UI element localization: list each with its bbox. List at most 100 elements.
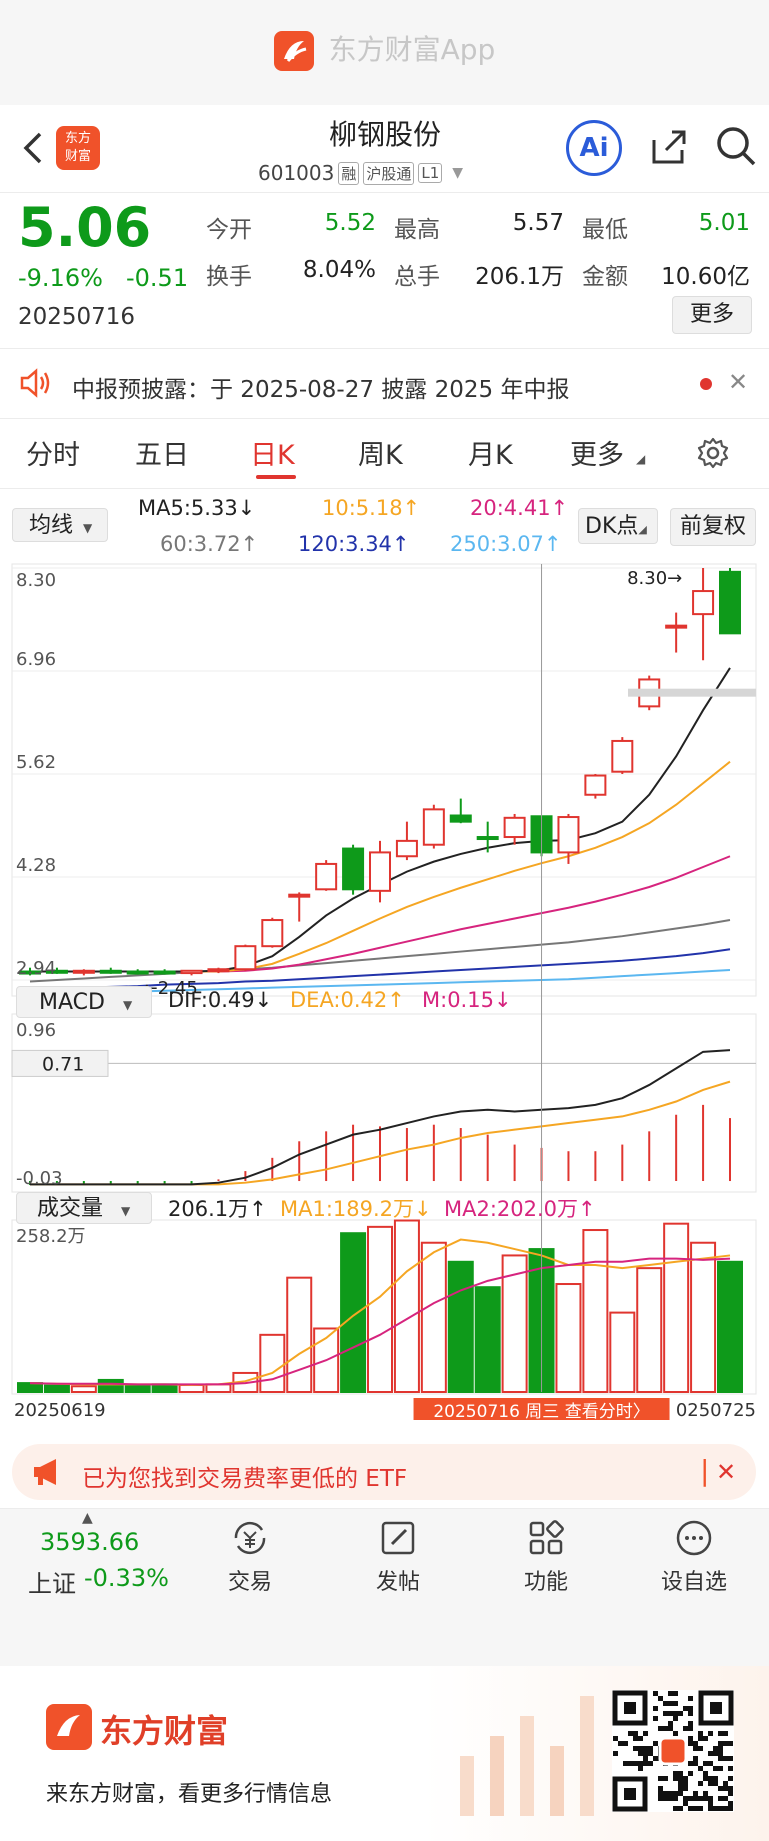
qr-cell (708, 1796, 713, 1801)
tab-daily-k[interactable]: 日K (250, 433, 295, 472)
eastmoney-badge-icon: 东方 财富 (56, 126, 100, 170)
megaphone-icon (30, 1456, 66, 1492)
nav-add-watchlist[interactable]: 设自选 (654, 1518, 734, 1596)
close-notice-icon[interactable]: ✕ (728, 368, 748, 396)
volume-caret-icon: ▼ (121, 1204, 131, 1218)
qr-cell (703, 1761, 708, 1766)
qr-cell (683, 1726, 688, 1731)
tab-intraday[interactable]: 分时 (26, 433, 80, 472)
dk-point-label: DK点 (585, 514, 639, 539)
back-icon[interactable] (18, 128, 48, 168)
qr-cell (683, 1786, 688, 1791)
macd-panel-frame (11, 1013, 757, 1193)
tab-five-day[interactable]: 五日 (135, 433, 189, 472)
price-axis-label: 2.94 (16, 958, 56, 979)
index-change[interactable]: -0.33% (84, 1564, 169, 1592)
header-divider (0, 192, 769, 193)
qr-cell (713, 1766, 718, 1771)
tag-connect: 沪股通 (363, 161, 415, 185)
dk-point-button[interactable]: DK点◢ (578, 508, 658, 544)
candle-body (395, 839, 418, 858)
qr-cell (668, 1701, 673, 1706)
volume-bar (367, 1225, 393, 1393)
candle-body (315, 862, 338, 891)
settings-gear-icon[interactable] (696, 436, 730, 474)
qr-cell (623, 1761, 628, 1766)
ma-selector[interactable]: 均线 ▼ (12, 508, 108, 542)
volume-bar (124, 1384, 151, 1393)
share-icon[interactable] (648, 126, 690, 172)
ma5-value: MA5:5.33↓ (138, 496, 256, 520)
notice-text[interactable]: 中报预披露：于 2025-08-27 披露 2025 年中报 (72, 370, 569, 404)
price-axis-label: 8.30 (16, 570, 56, 591)
tab-monthly-k[interactable]: 月K (468, 433, 513, 472)
qr-cell (638, 1761, 643, 1766)
qr-cell (708, 1751, 713, 1756)
dropdown-caret-icon[interactable]: ▼ (452, 165, 463, 181)
volume-bar (420, 1241, 447, 1393)
volume-bar (17, 1382, 43, 1393)
search-icon[interactable] (714, 124, 758, 172)
macd-selector[interactable]: MACD ▼ (16, 986, 152, 1018)
qr-cell (678, 1711, 683, 1716)
grid-icon (506, 1518, 586, 1564)
qr-cell (663, 1791, 668, 1796)
qr-cell (718, 1796, 723, 1801)
qr-cell (723, 1806, 728, 1811)
qr-cell (688, 1706, 693, 1711)
ai-assistant-icon[interactable]: Ai (566, 120, 622, 176)
index-name[interactable]: 上证 (28, 1564, 76, 1599)
index-up-arrow-icon: ▲ (82, 1510, 93, 1526)
qr-cell (623, 1741, 628, 1746)
adjust-mode-button[interactable]: 前复权 (670, 508, 756, 546)
qr-cell (703, 1796, 708, 1801)
qr-cell (723, 1756, 728, 1761)
qr-cell (673, 1791, 678, 1796)
etf-banner-text[interactable]: 已为您找到交易费率更低的 ETF (82, 1459, 407, 1493)
stock-name: 柳钢股份 (328, 118, 441, 151)
volume-bar (555, 1283, 582, 1393)
qr-cell (713, 1746, 718, 1751)
qr-cell (658, 1776, 663, 1781)
qr-cell (678, 1806, 683, 1811)
qr-cell (688, 1761, 693, 1766)
stat-label-turnover: 换手 (206, 264, 252, 290)
qr-cell (673, 1691, 678, 1696)
nav-functions[interactable]: 功能 (506, 1518, 586, 1596)
more-stats-button[interactable]: 更多 (672, 296, 752, 334)
qr-cell (628, 1731, 633, 1736)
qr-cell (638, 1746, 643, 1751)
index-value[interactable]: 3593.66 (40, 1528, 139, 1556)
close-etf-banner-icon[interactable]: ✕ (716, 1458, 736, 1486)
volume-bar (286, 1276, 313, 1394)
qr-cell (643, 1756, 648, 1761)
tag-level: L1 (418, 163, 443, 183)
qr-cell (678, 1776, 683, 1781)
tabs-divider (0, 488, 769, 489)
promo-decorative-candles (460, 1696, 594, 1816)
qr-cell (653, 1716, 658, 1721)
tab-weekly-k[interactable]: 周K (358, 433, 403, 472)
qr-cell (698, 1746, 703, 1751)
qr-cell (718, 1741, 723, 1746)
stat-label-volume: 总手 (394, 264, 440, 290)
qr-cell (653, 1756, 658, 1761)
qr-cell (713, 1751, 718, 1756)
dif-value: DIF:0.49↓ (168, 988, 273, 1012)
ma20-value: 20:4.41↑ (470, 496, 569, 520)
qr-cell (683, 1801, 688, 1806)
qr-cell (658, 1791, 663, 1796)
qr-cell (718, 1766, 723, 1771)
qr-cell (628, 1761, 633, 1766)
qr-cell (718, 1746, 723, 1751)
tab-more[interactable]: 更多 (570, 433, 624, 472)
nav-post[interactable]: 发帖 (358, 1518, 438, 1596)
quote-divider (0, 348, 769, 349)
qr-cell (688, 1726, 693, 1731)
volume-bar (97, 1378, 124, 1393)
nav-trade[interactable]: 交易 (210, 1518, 290, 1596)
qr-cell (728, 1756, 733, 1761)
stat-label-open: 今开 (206, 217, 252, 243)
volume-selector[interactable]: 成交量 ▼ (16, 1192, 152, 1224)
ma120-line (29, 948, 731, 991)
